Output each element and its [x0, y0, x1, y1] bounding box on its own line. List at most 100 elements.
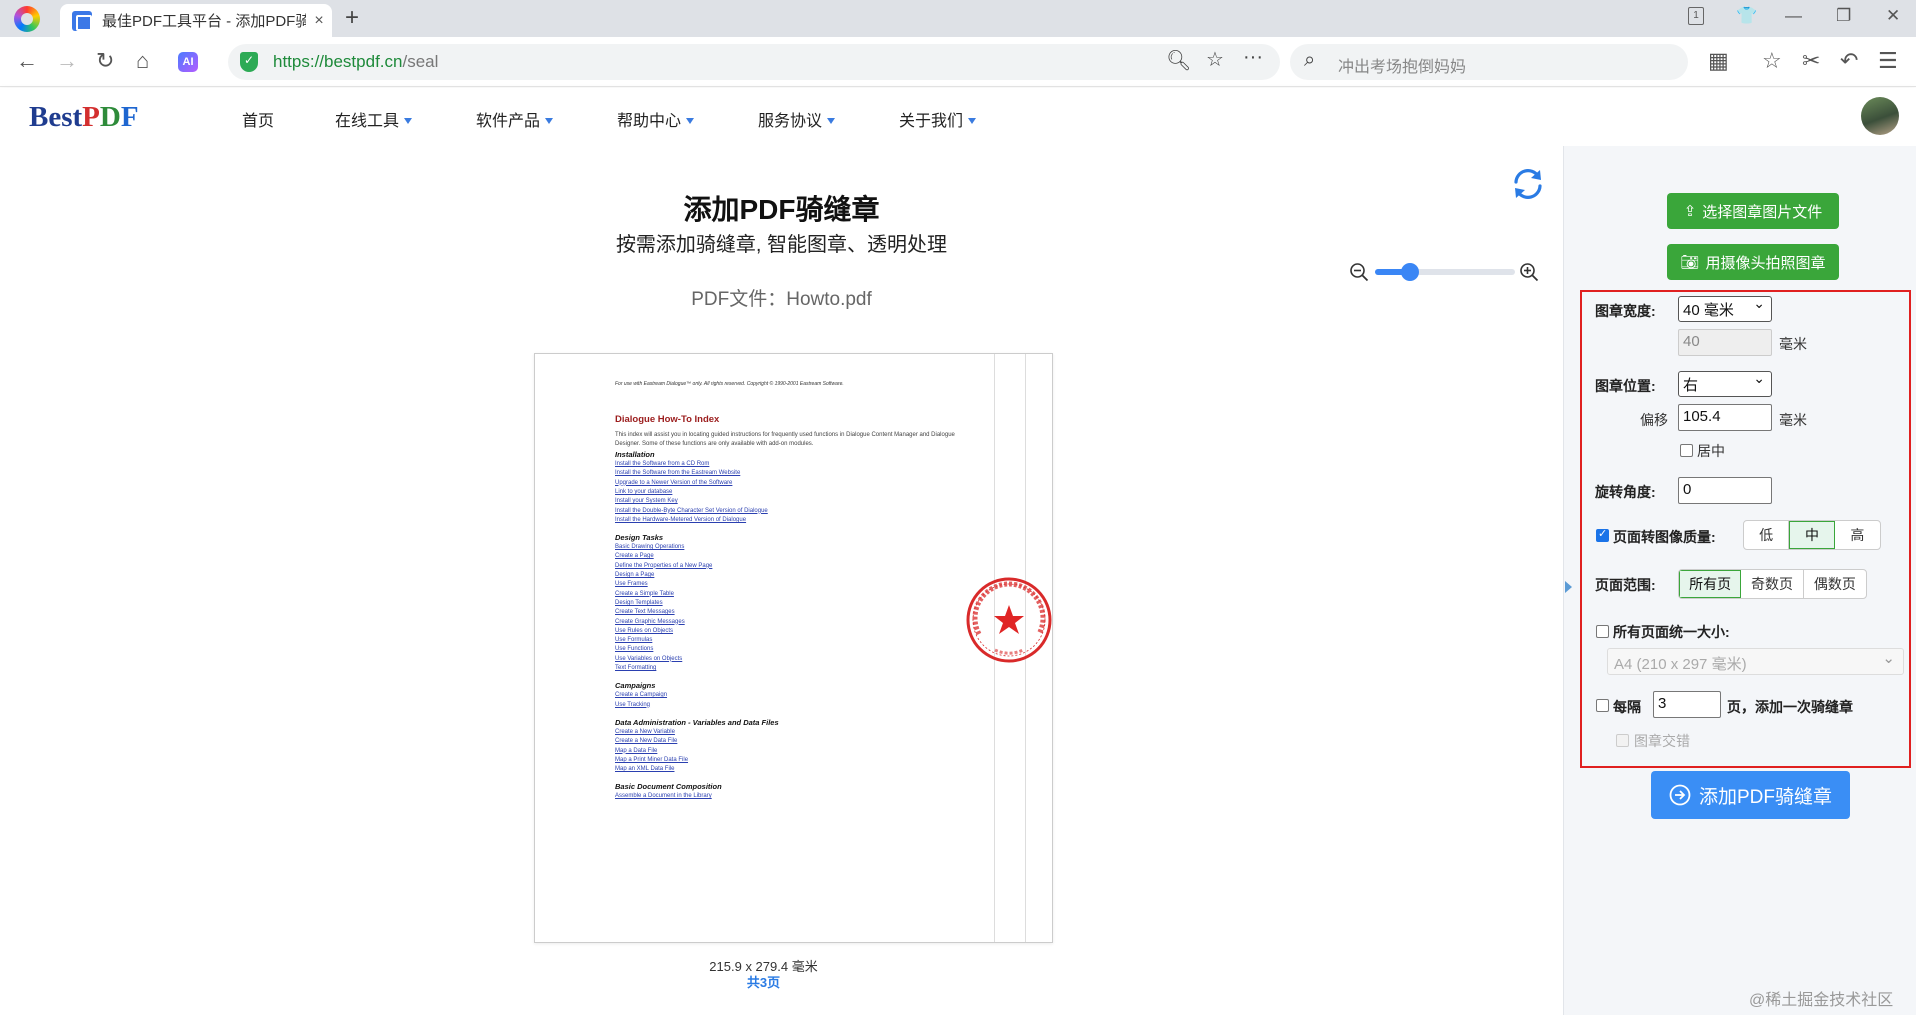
tab-favicon-icon: [72, 10, 92, 31]
seal-position-select[interactable]: 右: [1678, 370, 1772, 397]
seal-width-label: 图章宽度:: [1595, 303, 1656, 319]
doc-link[interactable]: Basic Drawing Operations: [615, 544, 684, 550]
restore-icon[interactable]: ❐: [1836, 6, 1851, 26]
doc-link[interactable]: Define the Properties of a New Page: [615, 563, 712, 569]
apps-grid-icon[interactable]: ▦: [1708, 47, 1729, 75]
back-icon[interactable]: ←: [16, 47, 38, 75]
doc-link[interactable]: Link to your database: [615, 489, 672, 495]
doc-link[interactable]: Use Functions: [615, 646, 653, 652]
menu-icon[interactable]: ☰: [1878, 47, 1898, 75]
new-tab-button[interactable]: +: [345, 4, 359, 32]
browser-search-box[interactable]: ⌕ 冲出考场抱倒妈妈: [1290, 44, 1688, 80]
doc-link[interactable]: Design Templates: [615, 600, 663, 606]
range-all-option[interactable]: 所有页: [1679, 570, 1742, 598]
shirt-icon[interactable]: 👕: [1736, 6, 1757, 26]
nav-home[interactable]: 首页: [242, 107, 274, 131]
forward-icon[interactable]: →: [56, 47, 78, 75]
offset-input[interactable]: 105.4: [1678, 404, 1772, 431]
doc-link[interactable]: Create a New Data File: [615, 738, 677, 744]
zoom-page-icon[interactable]: 🔍︎: [1166, 48, 1191, 73]
red-seal-stamp: [966, 577, 1052, 663]
range-even-option[interactable]: 偶数页: [1804, 570, 1866, 598]
scissors-icon[interactable]: ✂: [1802, 47, 1820, 75]
more-options-icon[interactable]: ···: [1243, 46, 1263, 69]
doc-link[interactable]: Install the Software from the Eastream W…: [615, 470, 740, 476]
zoom-slider-thumb[interactable]: [1401, 263, 1419, 281]
nav-help-center[interactable]: 帮助中心: [617, 107, 695, 131]
image-quality-checkbox[interactable]: [1596, 527, 1609, 542]
seal-width-input[interactable]: 40: [1678, 329, 1772, 356]
unify-size-checkbox[interactable]: [1596, 625, 1609, 638]
doc-link[interactable]: Map a Data File: [615, 748, 657, 754]
doc-link[interactable]: Assemble a Document in the Library: [615, 793, 712, 799]
every-n-pages-checkbox[interactable]: [1596, 699, 1609, 712]
doc-link[interactable]: Install the Software from a CD Rom: [615, 461, 709, 467]
browser-tab[interactable]: 最佳PDF工具平台 - 添加PDF骑 ×: [60, 4, 332, 37]
doc-link[interactable]: Create a New Variable: [615, 729, 675, 735]
doc-link[interactable]: Create a Simple Table: [615, 591, 674, 597]
quality-high-option[interactable]: 高: [1835, 521, 1880, 549]
doc-link[interactable]: Map an XML Data File: [615, 766, 674, 772]
zoom-out-icon[interactable]: [1349, 262, 1369, 282]
page-count-label[interactable]: 共3页: [0, 972, 1527, 991]
page-subtitle: 按需添加骑缝章, 智能图章、透明处理: [615, 234, 948, 256]
quality-low-option[interactable]: 低: [1744, 521, 1790, 549]
choose-seal-image-button[interactable]: ⇪ 选择图章图片文件: [1667, 193, 1839, 229]
doc-link[interactable]: Install the Hardware-Metered Version of …: [615, 517, 746, 523]
page-title: 添加PDF骑缝章: [683, 194, 880, 225]
tab-close-icon[interactable]: ×: [306, 12, 332, 30]
center-checkbox[interactable]: [1680, 444, 1693, 457]
doc-link[interactable]: Create Graphic Messages: [615, 619, 685, 625]
seal-width-select[interactable]: 40 毫米: [1678, 295, 1772, 322]
home-icon[interactable]: ⌂: [136, 47, 149, 75]
quality-medium-option[interactable]: 中: [1789, 521, 1835, 549]
tab-count-icon[interactable]: 1: [1688, 7, 1704, 25]
nav-software-products[interactable]: 软件产品: [476, 107, 554, 131]
doc-link[interactable]: Create a Page: [615, 553, 654, 559]
stagger-checkbox[interactable]: [1616, 734, 1629, 747]
caret-down-icon: [827, 118, 836, 124]
doc-link[interactable]: Create a Campaign: [615, 692, 667, 698]
ai-assistant-icon[interactable]: AI: [178, 52, 198, 72]
doc-link[interactable]: Design a Page: [615, 572, 654, 578]
doc-link[interactable]: Install your System Key: [615, 498, 678, 504]
zoom-in-icon[interactable]: [1519, 262, 1539, 282]
every-n-pages-input[interactable]: 3: [1653, 691, 1721, 718]
zoom-slider[interactable]: [1375, 263, 1515, 281]
doc-link[interactable]: Use Formulas: [615, 637, 652, 643]
favorites-icon[interactable]: ☆: [1762, 47, 1782, 75]
nav-service-agreement[interactable]: 服务协议: [758, 107, 836, 131]
address-bar[interactable]: https://bestpdf.cn/seal 🔍︎ ☆ ···: [228, 44, 1280, 80]
site-logo[interactable]: BestPDF: [29, 101, 139, 134]
paper-size-select[interactable]: A4 (210 x 297 毫米): [1607, 648, 1904, 675]
nav-about-us[interactable]: 关于我们: [899, 107, 977, 131]
range-odd-option[interactable]: 奇数页: [1741, 570, 1804, 598]
add-seal-button[interactable]: 添加PDF骑缝章: [1651, 771, 1850, 819]
camera-capture-button[interactable]: 📷︎ 用摄像头拍照图章: [1667, 244, 1839, 280]
minimize-icon[interactable]: —: [1785, 6, 1802, 26]
browser-logo-icon[interactable]: [14, 6, 40, 32]
doc-link[interactable]: Create Text Messages: [615, 609, 675, 615]
doc-link[interactable]: Use Tracking: [615, 702, 650, 708]
doc-link[interactable]: Use Rules on Objects: [615, 628, 673, 634]
bookmark-star-icon[interactable]: ☆: [1206, 47, 1224, 72]
nav-online-tools[interactable]: 在线工具: [335, 107, 413, 131]
reload-icon[interactable]: ↻: [96, 47, 114, 75]
caret-down-icon: [686, 118, 695, 124]
caret-down-icon: [968, 118, 977, 124]
collapse-arrow-icon[interactable]: [1565, 581, 1572, 593]
close-window-icon[interactable]: ✕: [1886, 6, 1900, 26]
refresh-icon[interactable]: [1510, 166, 1546, 202]
doc-link[interactable]: Use Variables on Objects: [615, 656, 682, 662]
doc-header-text: For use with Eastream Dialogue™ only. Al…: [615, 381, 844, 387]
undo-icon[interactable]: ↶: [1840, 47, 1858, 75]
rotation-input[interactable]: 0: [1678, 477, 1772, 504]
doc-link[interactable]: Text Formatting: [615, 665, 656, 671]
doc-link[interactable]: Map a Print Miner Data File: [615, 757, 688, 763]
doc-link[interactable]: Upgrade to a Newer Version of the Softwa…: [615, 480, 732, 486]
doc-link[interactable]: Install the Double-Byte Character Set Ve…: [615, 508, 768, 514]
url-text[interactable]: https://bestpdf.cn/seal: [273, 52, 438, 72]
doc-link[interactable]: Use Frames: [615, 581, 648, 587]
width-unit: 毫米: [1779, 336, 1807, 352]
avatar[interactable]: [1861, 97, 1899, 135]
